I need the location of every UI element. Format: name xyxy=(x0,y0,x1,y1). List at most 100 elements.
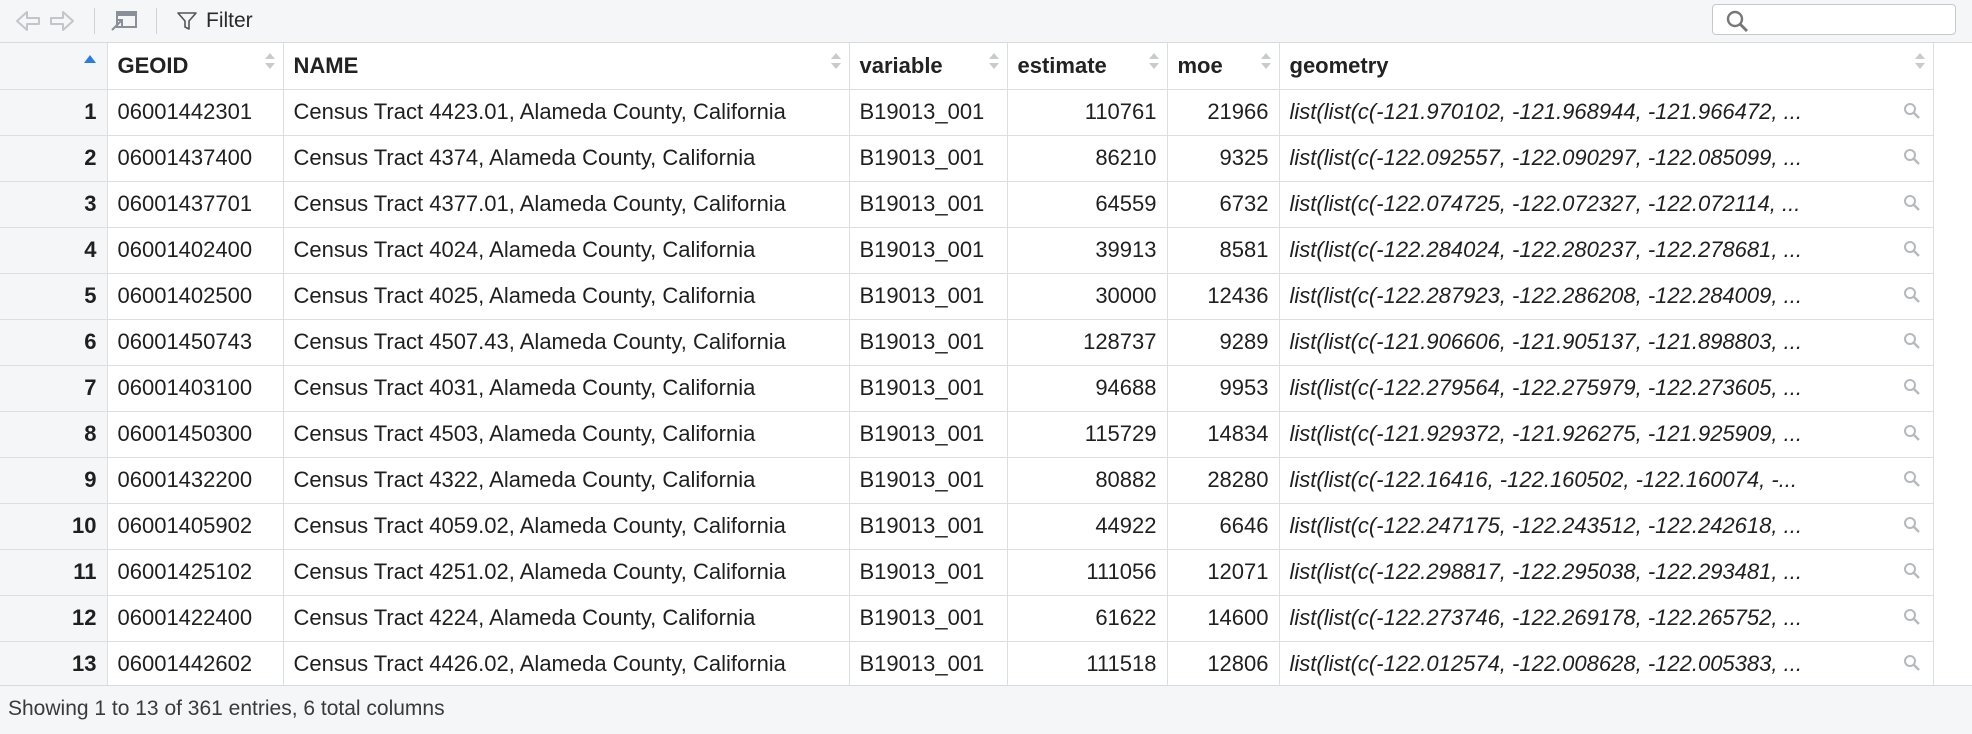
sort-arrows-icon xyxy=(264,53,275,75)
estimate-cell: 80882 xyxy=(1007,457,1168,504)
forward-arrow-icon[interactable] xyxy=(48,8,76,34)
geometry-cell-text: list(list(c(-122.284024, -122.280237, -1… xyxy=(1289,237,1802,262)
geoid-cell-text: 06001437400 xyxy=(117,145,253,170)
geoid-cell: 06001425102 xyxy=(107,549,284,596)
row-number-cell: 10 xyxy=(0,503,108,550)
view-geometry-magnifier-icon[interactable] xyxy=(1903,424,1921,442)
search-input[interactable] xyxy=(1755,7,1949,33)
estimate-cell-text: 44922 xyxy=(1095,513,1157,538)
table-row[interactable]: 2 06001437400 Census Tract 4374, Alameda C… xyxy=(0,135,1934,182)
moe-cell: 14834 xyxy=(1167,411,1280,458)
name-cell-text: Census Tract 4507.43, Alameda County, Ca… xyxy=(293,329,786,354)
geoid-cell-text: 06001432200 xyxy=(117,467,253,492)
variable-cell-text: B19013_001 xyxy=(859,191,985,216)
name-cell-text: Census Tract 4059.02, Alameda County, Ca… xyxy=(293,513,786,538)
geometry-cell-text: list(list(c(-121.970102, -121.968944, -1… xyxy=(1289,99,1802,124)
variable-cell: B19013_001 xyxy=(849,595,1008,642)
geometry-cell: list(list(c(-122.16416, -122.160502, -12… xyxy=(1279,457,1934,504)
geoid-cell: 06001450300 xyxy=(107,411,284,458)
row-number-cell-text: 10 xyxy=(72,513,97,538)
moe-cell: 8581 xyxy=(1167,227,1280,274)
geometry-cell-text: list(list(c(-122.273746, -122.269178, -1… xyxy=(1289,605,1802,630)
data-table: GEOID NAME variable estimate moe geometr… xyxy=(0,43,1934,685)
estimate-cell: 86210 xyxy=(1007,135,1168,182)
estimate-cell: 61622 xyxy=(1007,595,1168,642)
table-row[interactable]: 3 06001437701 Census Tract 4377.01, Alamed… xyxy=(0,181,1934,228)
estimate-cell: 111056 xyxy=(1007,549,1168,596)
back-arrow-icon[interactable] xyxy=(14,8,42,34)
row-number-cell: 8 xyxy=(0,411,108,458)
column-header-name[interactable]: NAME xyxy=(283,43,850,90)
search-box[interactable] xyxy=(1712,4,1956,35)
geometry-cell-text: list(list(c(-122.074725, -122.072327, -1… xyxy=(1289,191,1801,216)
filter-button[interactable]: Filter xyxy=(176,8,276,34)
table-row[interactable]: 8 06001450300 Census Tract 4503, Alameda C… xyxy=(0,411,1934,458)
estimate-cell: 64559 xyxy=(1007,181,1168,228)
table-row[interactable]: 6 06001450743 Census Tract 4507.43, Alamed… xyxy=(0,319,1934,366)
view-geometry-magnifier-icon[interactable] xyxy=(1903,654,1921,672)
view-geometry-magnifier-icon[interactable] xyxy=(1903,608,1921,626)
view-geometry-magnifier-icon[interactable] xyxy=(1903,378,1921,396)
name-cell-text: Census Tract 4251.02, Alameda County, Ca… xyxy=(293,559,786,584)
name-cell: Census Tract 4025, Alameda County, Calif… xyxy=(283,273,850,320)
moe-cell-text: 12436 xyxy=(1207,283,1269,308)
view-geometry-magnifier-icon[interactable] xyxy=(1903,332,1921,350)
variable-cell: B19013_001 xyxy=(849,89,1008,136)
sort-ascending-icon xyxy=(84,55,96,63)
moe-cell: 9289 xyxy=(1167,319,1280,366)
moe-cell: 9953 xyxy=(1167,365,1280,412)
variable-cell-text: B19013_001 xyxy=(859,651,985,676)
row-number-cell: 2 xyxy=(0,135,108,182)
name-cell: Census Tract 4251.02, Alameda County, Ca… xyxy=(283,549,850,596)
estimate-cell-text: 111056 xyxy=(1086,559,1157,584)
column-header-moe[interactable]: moe xyxy=(1167,43,1280,90)
variable-cell-text: B19013_001 xyxy=(859,283,985,308)
geoid-cell-text: 06001402400 xyxy=(117,237,253,262)
table-row[interactable]: 12 06001422400 Census Tract 4224, Alameda … xyxy=(0,595,1934,642)
view-geometry-magnifier-icon[interactable] xyxy=(1903,240,1921,258)
sort-arrows-icon xyxy=(1914,53,1925,75)
toolbar-separator xyxy=(156,8,157,34)
row-number-cell: 6 xyxy=(0,319,108,366)
geometry-cell-text: list(list(c(-121.929372, -121.926275, -1… xyxy=(1289,421,1802,446)
geometry-cell: list(list(c(-122.298817, -122.295038, -1… xyxy=(1279,549,1934,596)
view-geometry-magnifier-icon[interactable] xyxy=(1903,102,1921,120)
moe-cell: 9325 xyxy=(1167,135,1280,182)
variable-cell: B19013_001 xyxy=(849,641,1008,685)
column-header-variable[interactable]: variable xyxy=(849,43,1008,90)
table-row[interactable]: 7 06001403100 Census Tract 4031, Alameda C… xyxy=(0,365,1934,412)
view-geometry-magnifier-icon[interactable] xyxy=(1903,148,1921,166)
geometry-cell: list(list(c(-122.074725, -122.072327, -1… xyxy=(1279,181,1934,228)
sort-arrows-icon xyxy=(830,53,841,75)
table-row[interactable]: 1 06001442301 Census Tract 4423.01, Alamed… xyxy=(0,89,1934,136)
view-geometry-magnifier-icon[interactable] xyxy=(1903,470,1921,488)
row-index-header[interactable] xyxy=(0,43,108,90)
column-header-geometry[interactable]: geometry xyxy=(1279,43,1934,90)
column-header-label: NAME xyxy=(293,52,359,78)
table-row[interactable]: 4 06001402400 Census Tract 4024, Alameda C… xyxy=(0,227,1934,274)
moe-cell-text: 9953 xyxy=(1219,375,1269,400)
table-row[interactable]: 11 06001425102 Census Tract 4251.02, Alame… xyxy=(0,549,1934,596)
view-geometry-magnifier-icon[interactable] xyxy=(1903,194,1921,212)
estimate-cell: 30000 xyxy=(1007,273,1168,320)
view-geometry-magnifier-icon[interactable] xyxy=(1903,516,1921,534)
geoid-cell-text: 06001442301 xyxy=(117,99,253,124)
open-in-window-icon[interactable] xyxy=(108,8,140,34)
estimate-cell-text: 128737 xyxy=(1083,329,1157,354)
view-geometry-magnifier-icon[interactable] xyxy=(1903,562,1921,580)
variable-cell-text: B19013_001 xyxy=(859,467,985,492)
table-row[interactable]: 13 06001442602 Census Tract 4426.02, Alame… xyxy=(0,641,1934,685)
row-number-cell: 12 xyxy=(0,595,108,642)
row-number-cell-text: 5 xyxy=(84,283,97,308)
column-header-geoid[interactable]: GEOID xyxy=(107,43,284,90)
search-icon xyxy=(1726,10,1748,32)
table-row[interactable]: 9 06001432200 Census Tract 4322, Alameda C… xyxy=(0,457,1934,504)
table-row[interactable]: 10 06001405902 Census Tract 4059.02, Alame… xyxy=(0,503,1934,550)
table-row[interactable]: 5 06001402500 Census Tract 4025, Alameda C… xyxy=(0,273,1934,320)
variable-cell-text: B19013_001 xyxy=(859,145,985,170)
view-geometry-magnifier-icon[interactable] xyxy=(1903,286,1921,304)
moe-cell: 6646 xyxy=(1167,503,1280,550)
column-header-label: moe xyxy=(1177,52,1223,78)
moe-cell-text: 9325 xyxy=(1219,145,1269,170)
column-header-estimate[interactable]: estimate xyxy=(1007,43,1168,90)
